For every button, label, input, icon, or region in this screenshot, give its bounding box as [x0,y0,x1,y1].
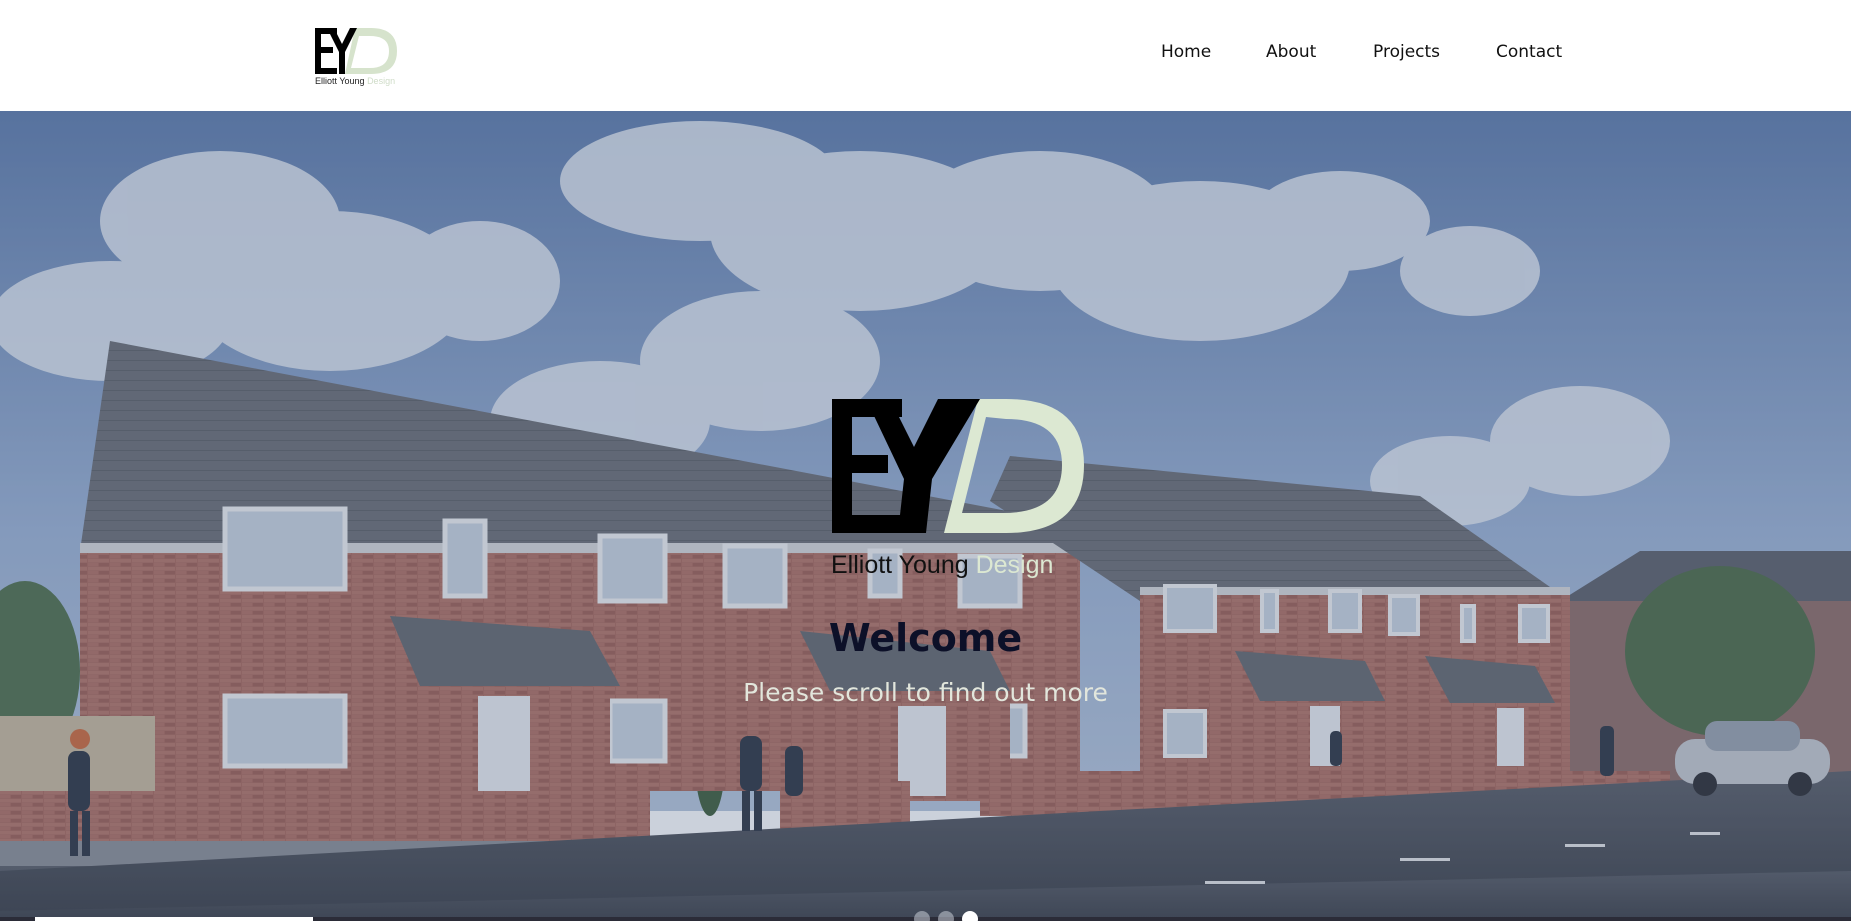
hero-logo-wordmark: Elliott Young Design [831,551,1053,580]
nav-contact[interactable]: Contact [1496,42,1562,62]
logo-wordmark: Elliott Young Design [315,76,395,86]
logo-wordmark-primary: Elliott Young [315,76,365,86]
nav-projects[interactable]: Projects [1373,42,1440,62]
slider-dot-1[interactable] [914,911,930,921]
slider-dot-3[interactable] [962,911,978,921]
hero-slider: Elliott Young Design Welcome Please scro… [0,111,1851,921]
hero-wordmark-accent: Design [975,551,1054,579]
hero-logo: Elliott Young Design [828,393,1088,583]
site-header: Elliott Young Design Home About Projects… [0,0,1851,111]
slider-dot-2[interactable] [938,911,954,921]
nav-home[interactable]: Home [1161,42,1211,62]
hero-subtitle: Please scroll to find out more [743,678,1108,707]
slider-dots [914,909,984,921]
hero-title: Welcome [828,616,1023,660]
logo-wordmark-accent: Design [367,76,396,86]
main-nav: Home About Projects Contact [0,42,1851,66]
hero-wordmark-primary: Elliott Young [831,551,969,579]
slider-progress-fill [35,917,313,921]
nav-about[interactable]: About [1266,42,1316,62]
eyd-monogram-large-icon [832,399,1084,533]
